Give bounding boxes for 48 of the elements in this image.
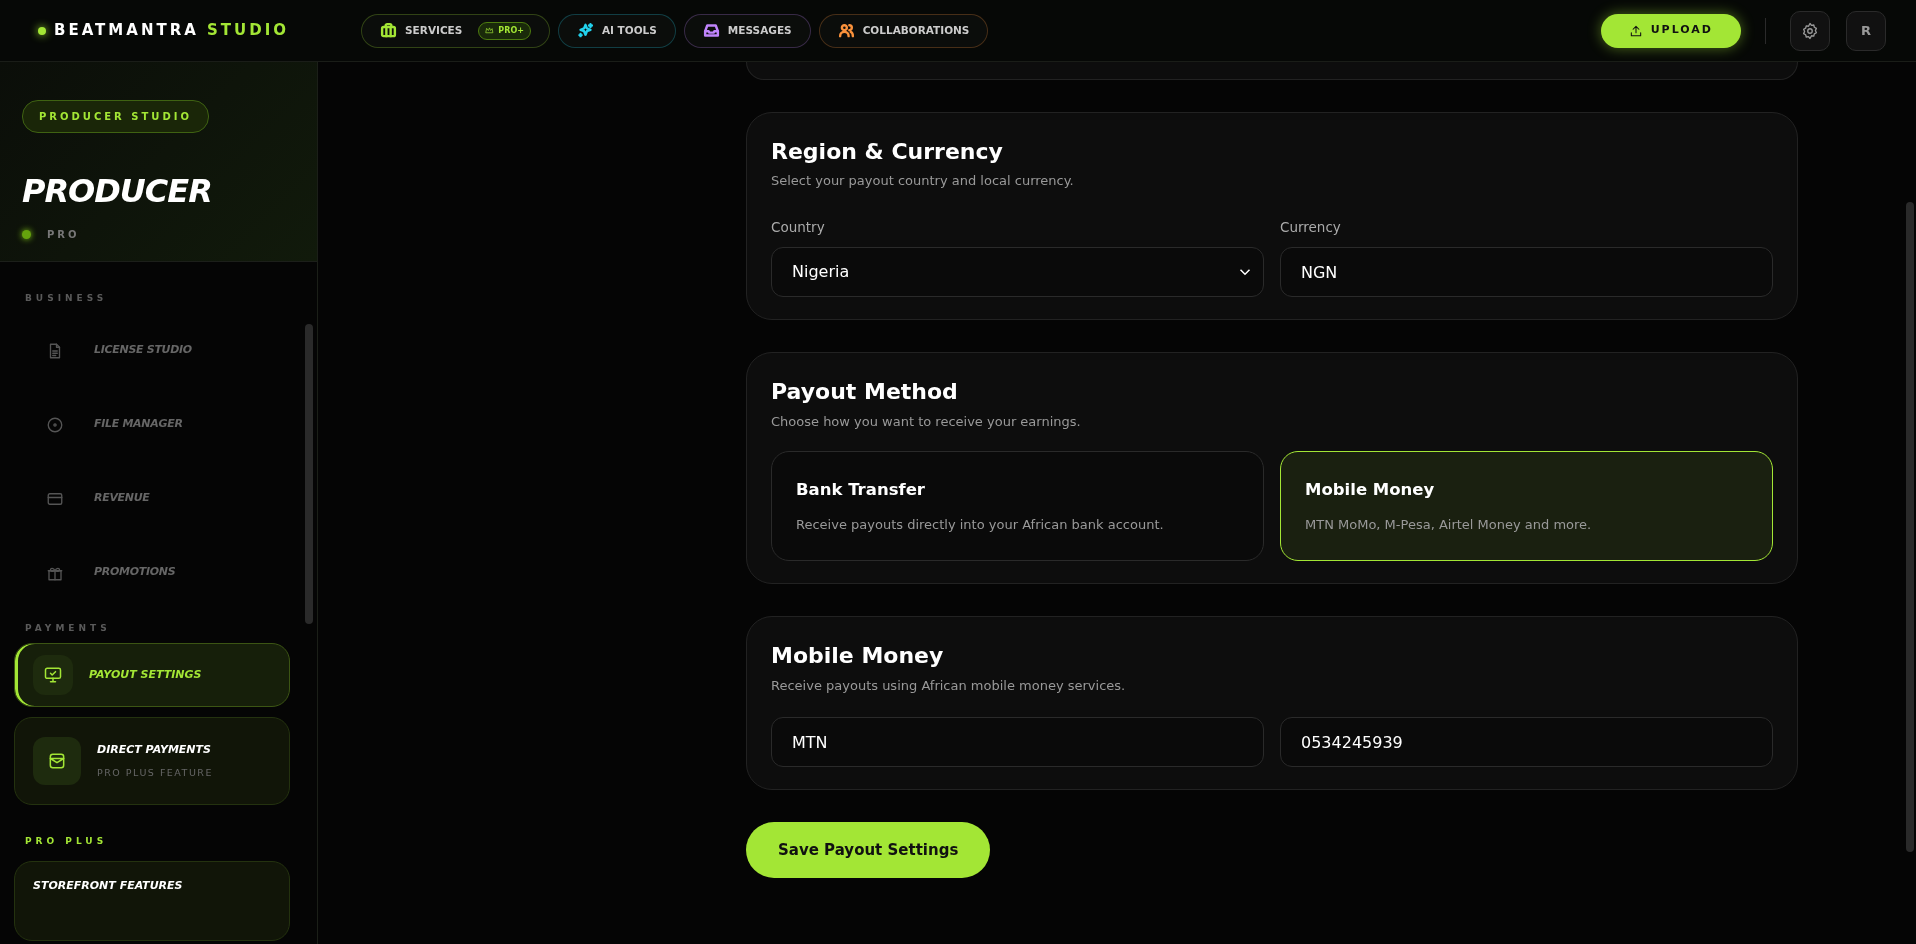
sidebar-item[interactable]: PROMOTIONS	[0, 535, 317, 610]
section-title: Mobile Money	[771, 643, 945, 670]
section-title: Payout Method	[771, 379, 959, 406]
text-field[interactable]: 0534245939	[1280, 717, 1773, 768]
envelope-box-icon	[47, 751, 67, 771]
settings-icon	[1801, 21, 1819, 40]
country-select[interactable]: Nigeria	[771, 247, 1264, 298]
sidebar-item[interactable]: STOREFRONT FEATURES	[14, 860, 290, 941]
status-dot	[22, 230, 31, 239]
sidebar-item[interactable]: REVENUE	[0, 461, 317, 536]
section-description: Choose how you want to receive your earnings.	[771, 412, 1082, 431]
settings-button[interactable]	[1790, 10, 1830, 51]
payout-option[interactable]: Mobile Money MTN MoMo, M-Pesa, Airtel Money and more.	[1280, 451, 1773, 562]
sidebar-item[interactable]: LICENSE STUDIO	[0, 313, 317, 388]
profile-title: PRODUCER	[22, 171, 213, 212]
section-description: Receive payouts using African mobile money services.	[771, 676, 1127, 695]
avatar-button[interactable]: R	[1846, 10, 1886, 51]
nav-tab[interactable]: AI TOOLS	[557, 13, 676, 48]
pro-badge: PRO+	[478, 21, 531, 40]
monitor-check-icon	[43, 665, 63, 685]
section-title: Region & Currency	[771, 139, 1004, 166]
scrollbar-thumb[interactable]	[1906, 202, 1914, 852]
text-field[interactable]: MTN	[771, 717, 1264, 768]
sidebar-item[interactable]: FILE MANAGER	[0, 387, 317, 462]
field-label: Currency	[1280, 217, 1342, 237]
studio-badge: PRODUCER STUDIO	[22, 100, 209, 133]
save-button[interactable]: Save Payout Settings	[746, 822, 991, 879]
upload-button[interactable]: UPLOAD	[1600, 13, 1741, 48]
section-heading: PAYMENTS	[24, 621, 112, 635]
section-heading: BUSINESS	[24, 292, 109, 305]
crown-icon	[485, 26, 495, 35]
brand-logo: BEATMANTRA STUDIO	[54, 20, 290, 42]
plan-label: PRO	[47, 228, 80, 242]
sidebar-item[interactable]: DIRECT PAYMENTS PRO PLUS FEATURE	[14, 717, 290, 805]
sidebar-item[interactable]: PAYOUT SETTINGS	[14, 643, 290, 707]
upload-icon	[1628, 23, 1643, 38]
section-heading: PRO PLUS	[24, 835, 109, 848]
section-description: Select your payout country and local currency.	[771, 172, 1075, 191]
disc-icon	[46, 415, 64, 434]
text-field[interactable]: NGN	[1280, 247, 1773, 298]
nav-tab[interactable]: MESSAGES	[683, 13, 811, 48]
nav-tab[interactable]: SERVICES PRO+	[361, 13, 550, 48]
payout-option[interactable]: Bank Transfer Receive payouts directly into your African bank account.	[771, 451, 1264, 562]
nav-tab[interactable]: COLLABORATIONS	[818, 13, 989, 48]
status-dot	[38, 26, 46, 35]
scrollbar-thumb[interactable]	[305, 324, 313, 624]
field-label: Country	[771, 217, 826, 237]
feature-caption: PRO PLUS FEATURE	[97, 766, 213, 781]
